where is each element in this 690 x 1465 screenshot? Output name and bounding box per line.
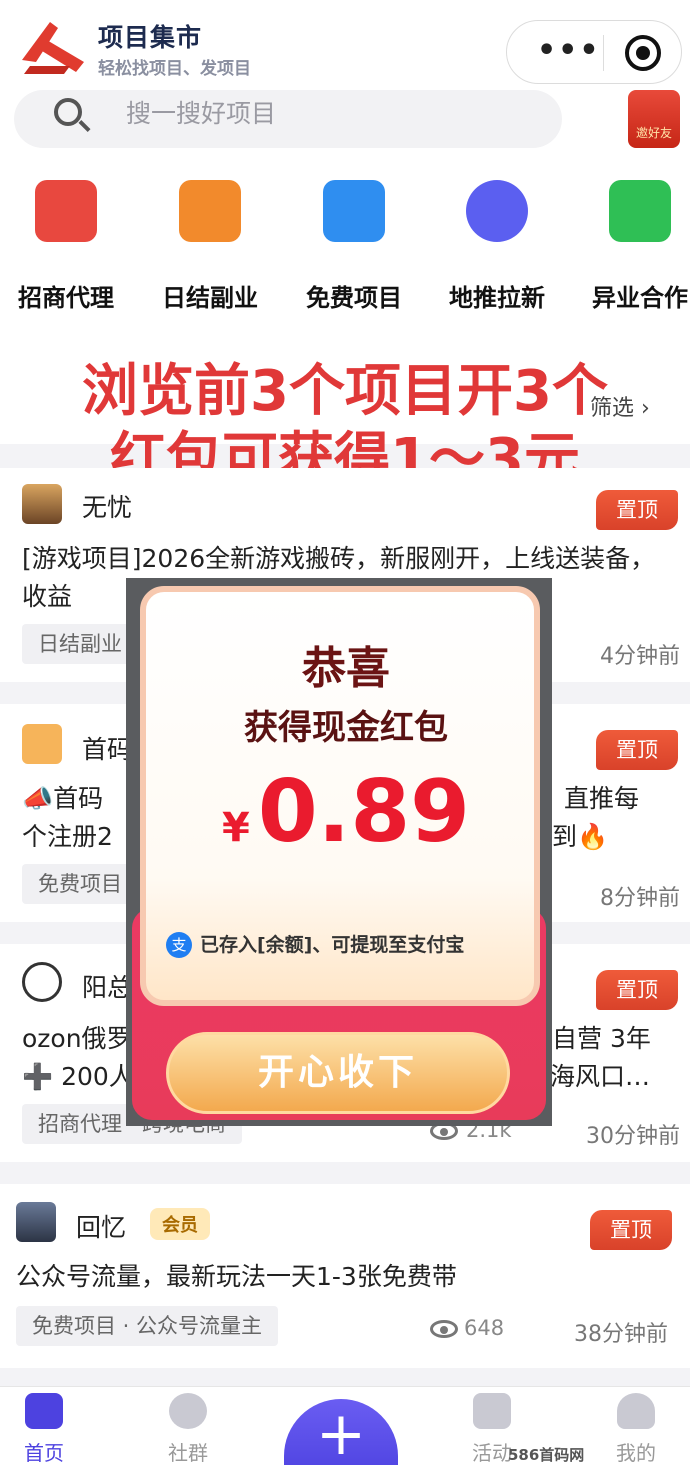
post-title-right: 自营 3年: [552, 1024, 651, 1053]
balloon-icon: [466, 180, 528, 242]
popup-subtitle: 获得现金红包: [244, 708, 448, 748]
post-views: 648: [464, 1316, 505, 1340]
home-icon: [25, 1393, 63, 1429]
post-author: 首码: [82, 735, 133, 764]
handshake-icon: [323, 180, 385, 242]
avatar: [22, 484, 62, 524]
close-target-icon[interactable]: [625, 35, 661, 71]
red-packet-popup: 恭喜 获得现金红包 ¥0.89 支 已存入[余额]、可提现至支付宝 开心收下: [126, 578, 552, 1126]
tab-label: 社群: [168, 1441, 208, 1465]
popup-title: 恭喜: [302, 643, 390, 694]
watermark: 586首码网 www.h586.com: [508, 1446, 585, 1464]
post-title: 公众号流量，最新玩法一天1-3张免费带: [16, 1262, 457, 1291]
amount-value: 0.89: [257, 762, 471, 862]
more-icon[interactable]: •••: [537, 33, 601, 68]
post-title-line2-right: 到🔥: [552, 822, 609, 851]
calendar-yen-icon: [473, 1393, 511, 1429]
post-card[interactable]: 回忆 会员 置顶 公众号流量，最新玩法一天1-3张免费带 免费项目 · 公众号流…: [0, 1184, 690, 1368]
tab-community[interactable]: 社群: [148, 1393, 228, 1465]
pinned-badge: 置顶: [596, 730, 678, 770]
category-item-daily-side-job[interactable]: 日结副业: [140, 180, 280, 313]
invite-friends-button[interactable]: 邀好友: [628, 90, 680, 148]
pinned-badge: 置顶: [596, 970, 678, 1010]
logo-icon: [22, 22, 84, 74]
app-title: 项目集市: [98, 23, 203, 52]
popup-note-text: 已存入[余额]、可提现至支付宝: [200, 934, 465, 956]
currency-symbol: ¥: [221, 805, 250, 851]
category-label: 日结副业: [162, 284, 258, 312]
post-tag: 免费项目: [22, 864, 138, 904]
search-placeholder: 搜一搜好项目: [126, 99, 277, 128]
category-label: 招商代理: [18, 284, 114, 312]
mini-program-capsule: •••: [506, 20, 682, 84]
avatar: [16, 1202, 56, 1242]
avatar: [22, 962, 62, 1002]
pinned-badge: 置顶: [590, 1210, 672, 1250]
category-item-free-project[interactable]: 免费项目: [284, 180, 424, 313]
add-project-button[interactable]: +: [284, 1399, 398, 1465]
post-author: 阳总: [82, 973, 133, 1002]
post-author: 回忆: [76, 1213, 127, 1242]
community-icon: [169, 1393, 207, 1429]
post-time: 8分钟前: [600, 886, 680, 911]
post-tag: 免费项目 · 公众号流量主: [16, 1306, 279, 1346]
app-subtitle: 轻松找项目、发项目: [98, 59, 251, 79]
invite-label: 邀好友: [635, 126, 672, 140]
category-label: 地推拉新: [449, 284, 545, 312]
category-item-cross-industry[interactable]: 异业合作: [570, 180, 690, 313]
post-time: 30分钟前: [586, 1124, 680, 1149]
tab-home[interactable]: 首页: [4, 1393, 84, 1465]
popup-amount: ¥0.89: [146, 762, 546, 862]
category-label: 异业合作: [592, 284, 688, 312]
category-item-ground-promotion[interactable]: 地推拉新: [427, 180, 567, 313]
avatar: [22, 724, 62, 764]
tab-label: 首页: [24, 1441, 64, 1465]
eye-icon: [430, 1320, 458, 1338]
post-title-right: 直推每: [564, 784, 640, 813]
popup-note: 已存入[余额]、可提现至支付宝: [166, 930, 464, 957]
post-tag: 日结副业: [22, 624, 138, 664]
pinned-badge: 置顶: [596, 490, 678, 530]
vip-badge: 会员: [150, 1208, 210, 1240]
capsule-divider: [603, 35, 604, 71]
collect-button[interactable]: 开心收下: [166, 1032, 510, 1114]
post-time: 38分钟前: [574, 1322, 668, 1347]
shopping-bag-icon: [609, 180, 671, 242]
agency-icon: [35, 180, 97, 242]
search-icon: [54, 98, 82, 126]
search-input[interactable]: 搜一搜好项目: [14, 90, 562, 148]
post-author: 无忧: [82, 493, 133, 522]
user-icon: [617, 1393, 655, 1429]
app-header: 项目集市 轻松找项目、发项目 •••: [0, 0, 690, 90]
search-area: 搜一搜好项目 邀好友: [0, 90, 690, 162]
post-time: 4分钟前: [600, 644, 680, 669]
post-title-line2-right: 海风口…: [550, 1062, 651, 1091]
category-item-agency[interactable]: 招商代理: [0, 180, 136, 313]
category-label: 免费项目: [306, 284, 402, 312]
ticket-yen-icon: [179, 180, 241, 242]
category-panel: 招商代理 日结副业 免费项目 地推拉新 异业合作: [0, 162, 690, 340]
